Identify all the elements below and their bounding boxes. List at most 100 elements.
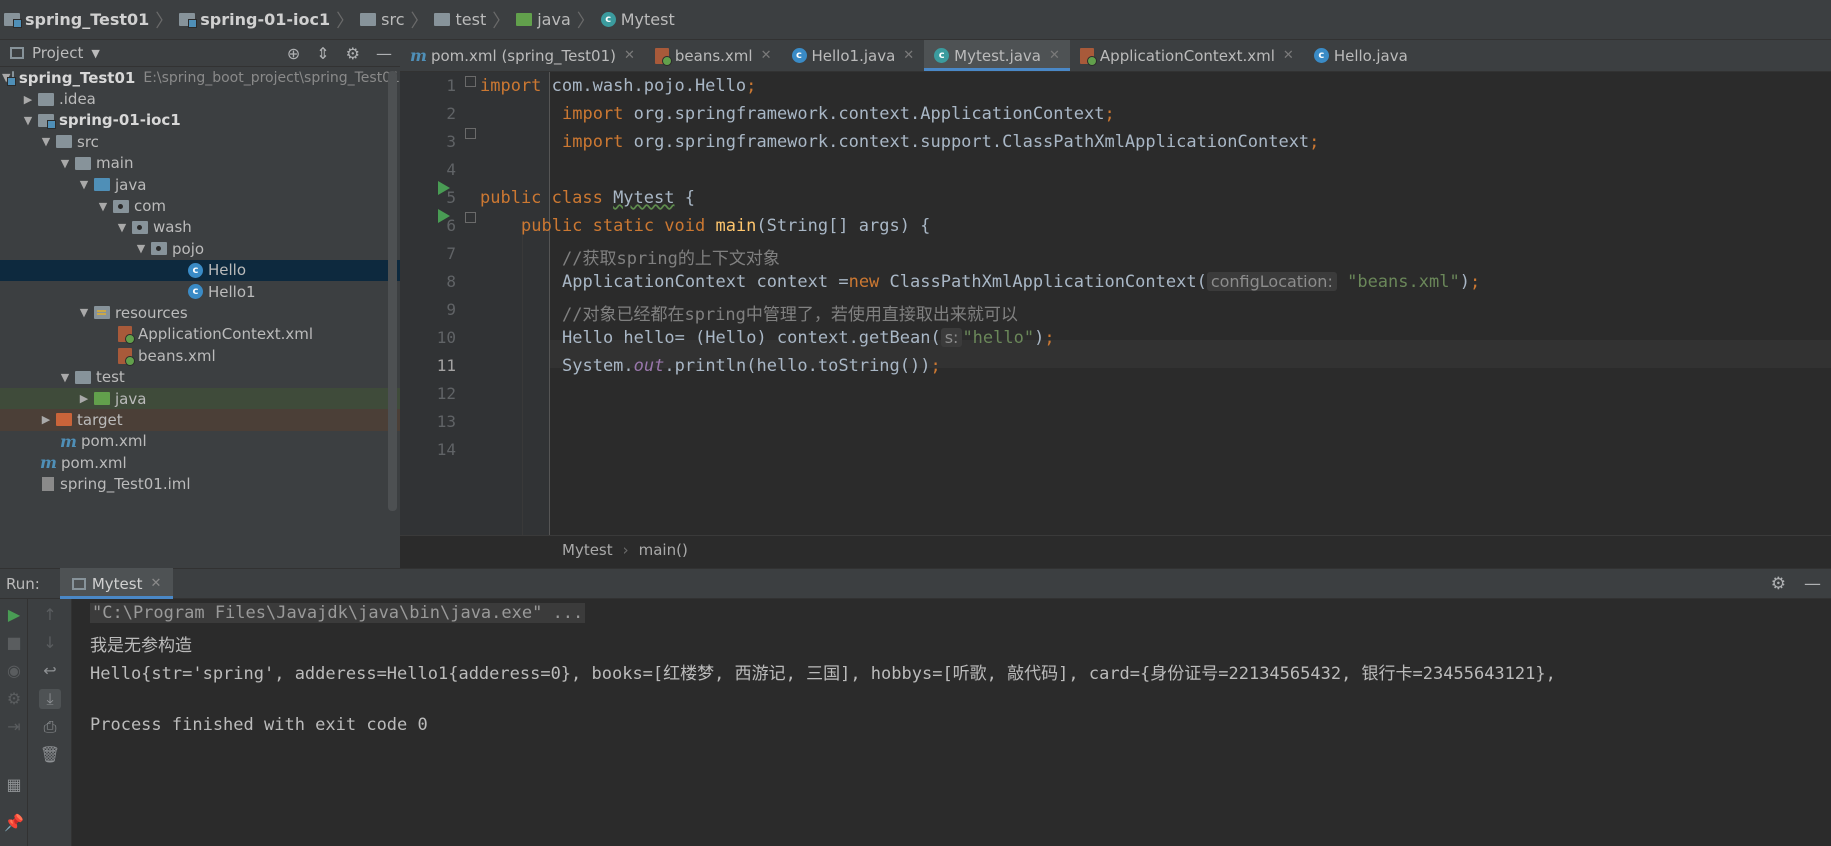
expand-arrow-icon[interactable]: ▼ bbox=[76, 178, 92, 191]
editor-breadcrumb-class[interactable]: Mytest bbox=[562, 541, 613, 559]
expand-arrow-icon[interactable]: ▼ bbox=[38, 135, 54, 148]
tree-item-src[interactable]: ▼ src bbox=[0, 131, 400, 152]
expand-arrow-icon[interactable]: ▼ bbox=[57, 371, 73, 384]
arrow-down-icon[interactable]: ↓ bbox=[39, 633, 61, 652]
close-icon[interactable]: ✕ bbox=[1049, 48, 1060, 63]
expand-arrow-icon[interactable]: ▶ bbox=[76, 392, 92, 405]
console-line-command[interactable]: "C:\Program Files\Javajdk\java\bin\java.… bbox=[90, 603, 586, 623]
tab-mytest-java[interactable]: c Mytest.java ✕ bbox=[924, 40, 1070, 71]
breadcrumb-item-module[interactable]: spring-01-ioc1 bbox=[179, 10, 330, 29]
parameter-hint: configLocation: bbox=[1206, 272, 1337, 291]
soft-wrap-icon[interactable]: ↩ bbox=[39, 661, 61, 680]
tree-item-pojo[interactable]: ▼ pojo bbox=[0, 238, 400, 259]
run-tab-mytest[interactable]: Mytest ✕ bbox=[59, 568, 174, 599]
scroll-to-end-icon[interactable]: ⤓ bbox=[39, 689, 61, 709]
tree-item-applicationcontext-xml[interactable]: ApplicationContext.xml bbox=[0, 324, 400, 345]
minimize-icon[interactable]: — bbox=[1804, 574, 1821, 594]
tab-beans-xml[interactable]: beans.xml ✕ bbox=[645, 40, 782, 71]
expand-arrow-icon[interactable]: ▶ bbox=[20, 93, 36, 106]
tree-item-wash[interactable]: ▼ wash bbox=[0, 217, 400, 238]
folder-icon bbox=[38, 92, 54, 106]
tree-item-hello1[interactable]: c Hello1 bbox=[0, 281, 400, 302]
run-class-icon[interactable] bbox=[438, 181, 450, 195]
tab-hello1-java[interactable]: c Hello1.java ✕ bbox=[782, 40, 925, 71]
breadcrumb-item-project[interactable]: spring_Test01 bbox=[4, 10, 149, 29]
tree-item-project-root[interactable]: ▼spring_Test01E:\spring_boot_project\spr… bbox=[0, 67, 400, 88]
tree-item-module[interactable]: ▼ spring-01-ioc1 bbox=[0, 110, 400, 131]
minimize-icon[interactable]: — bbox=[376, 44, 392, 63]
tree-item-beans-xml[interactable]: beans.xml bbox=[0, 345, 400, 366]
tree-item-iml[interactable]: spring_Test01.iml bbox=[0, 473, 400, 494]
stop-icon[interactable]: ■ bbox=[3, 633, 25, 652]
test-source-folder-icon bbox=[94, 392, 110, 406]
settings-icon[interactable]: ⚙ bbox=[3, 689, 25, 708]
login-icon[interactable]: ⇥ bbox=[3, 717, 25, 736]
collapse-all-icon[interactable]: ⇕ bbox=[316, 44, 329, 63]
console-line: 我是无参构造 bbox=[90, 636, 192, 656]
line-number: 7 bbox=[446, 244, 456, 263]
expand-arrow-icon[interactable]: ▼ bbox=[20, 114, 36, 127]
breadcrumb-item-mytest[interactable]: c Mytest bbox=[600, 10, 675, 29]
console-line: Hello{str='spring', adderess=Hello1{adde… bbox=[90, 664, 1556, 684]
tree-item-root-pom[interactable]: m pom.xml bbox=[0, 452, 400, 473]
tree-item-test[interactable]: ▼ test bbox=[0, 366, 400, 387]
tab-hello-java[interactable]: c Hello.java bbox=[1304, 40, 1418, 71]
line-number: 2 bbox=[446, 104, 456, 123]
fold-icon[interactable] bbox=[465, 212, 476, 223]
tree-item-hello[interactable]: c Hello bbox=[0, 259, 400, 281]
breadcrumb-item-src[interactable]: src bbox=[360, 10, 404, 29]
close-icon[interactable]: ✕ bbox=[624, 48, 635, 63]
code-editor[interactable]: 1 2 3 4 5 6 7 8 9 10 11 12 13 14 import … bbox=[400, 72, 1831, 535]
rerun-icon[interactable]: ▶ bbox=[3, 605, 25, 624]
tab-pom-xml[interactable]: m pom.xml (spring_Test01) ✕ bbox=[400, 40, 645, 71]
line-number: 1 bbox=[446, 76, 456, 95]
tree-item-idea[interactable]: ▶ .idea bbox=[0, 88, 400, 109]
expand-arrow-icon[interactable]: ▼ bbox=[57, 157, 73, 170]
fold-icon[interactable] bbox=[465, 128, 476, 139]
tree-item-test-java[interactable]: ▶ java bbox=[0, 387, 400, 410]
tree-item-module-pom[interactable]: m pom.xml bbox=[0, 431, 400, 452]
editor-tabs: m pom.xml (spring_Test01) ✕ beans.xml ✕ c He… bbox=[400, 40, 1831, 72]
pin-icon[interactable]: 📌 bbox=[3, 813, 25, 832]
breadcrumb-item-test[interactable]: test bbox=[434, 10, 486, 29]
close-icon[interactable]: ✕ bbox=[1283, 48, 1294, 63]
line-number: 13 bbox=[436, 412, 456, 431]
expand-arrow-icon[interactable]: ▼ bbox=[133, 242, 149, 255]
maven-icon: m bbox=[410, 46, 427, 65]
tree-item-main-java[interactable]: ▼ java bbox=[0, 174, 400, 195]
locate-file-icon[interactable]: ⊕ bbox=[287, 44, 300, 63]
line-number-current: 11 bbox=[436, 356, 456, 375]
spring-xml-icon bbox=[1079, 47, 1097, 66]
trash-icon[interactable]: 🗑 bbox=[39, 745, 61, 764]
close-icon[interactable]: ✕ bbox=[150, 576, 161, 591]
tree-item-com[interactable]: ▼ com bbox=[0, 195, 400, 216]
close-icon[interactable]: ✕ bbox=[761, 48, 772, 63]
expand-arrow-icon[interactable]: ▼ bbox=[95, 200, 111, 213]
expand-arrow-icon[interactable]: ▼ bbox=[76, 306, 92, 319]
project-view-selector[interactable]: Project bbox=[32, 44, 83, 62]
editor-breadcrumb-method[interactable]: main() bbox=[639, 541, 688, 559]
breadcrumb-item-java[interactable]: java bbox=[516, 10, 571, 29]
class-icon: c bbox=[1313, 48, 1329, 63]
tab-applicationcontext-xml[interactable]: ApplicationContext.xml ✕ bbox=[1070, 40, 1304, 71]
gear-icon[interactable]: ⚙ bbox=[1771, 574, 1786, 594]
console-output[interactable]: "C:\Program Files\Javajdk\java\bin\java.… bbox=[72, 599, 1831, 846]
folder-icon bbox=[360, 13, 377, 26]
layout-icon[interactable]: ▦ bbox=[3, 775, 25, 794]
expand-arrow-icon[interactable]: ▼ bbox=[114, 221, 130, 234]
tree-item-resources[interactable]: ▼ resources bbox=[0, 302, 400, 323]
module-folder-icon bbox=[4, 13, 22, 28]
tree-item-main[interactable]: ▼ main bbox=[0, 153, 400, 174]
code-line-10: Hello hello= (Hello) context.getBean(s: "… bbox=[562, 328, 1055, 348]
close-icon[interactable]: ✕ bbox=[903, 48, 914, 63]
chevron-down-icon[interactable]: ▼ bbox=[91, 47, 99, 60]
gear-icon[interactable]: ⚙ bbox=[346, 44, 360, 63]
tree-item-target[interactable]: ▶ target bbox=[0, 409, 400, 431]
camera-icon[interactable]: ◉ bbox=[3, 661, 25, 680]
expand-arrow-icon[interactable]: ▶ bbox=[38, 413, 54, 426]
print-icon[interactable]: ⎙ bbox=[39, 717, 61, 737]
run-method-icon[interactable] bbox=[438, 209, 450, 223]
fold-icon[interactable] bbox=[465, 76, 476, 87]
tree-scrollbar[interactable] bbox=[388, 71, 397, 511]
arrow-up-icon[interactable]: ↑ bbox=[39, 605, 61, 624]
